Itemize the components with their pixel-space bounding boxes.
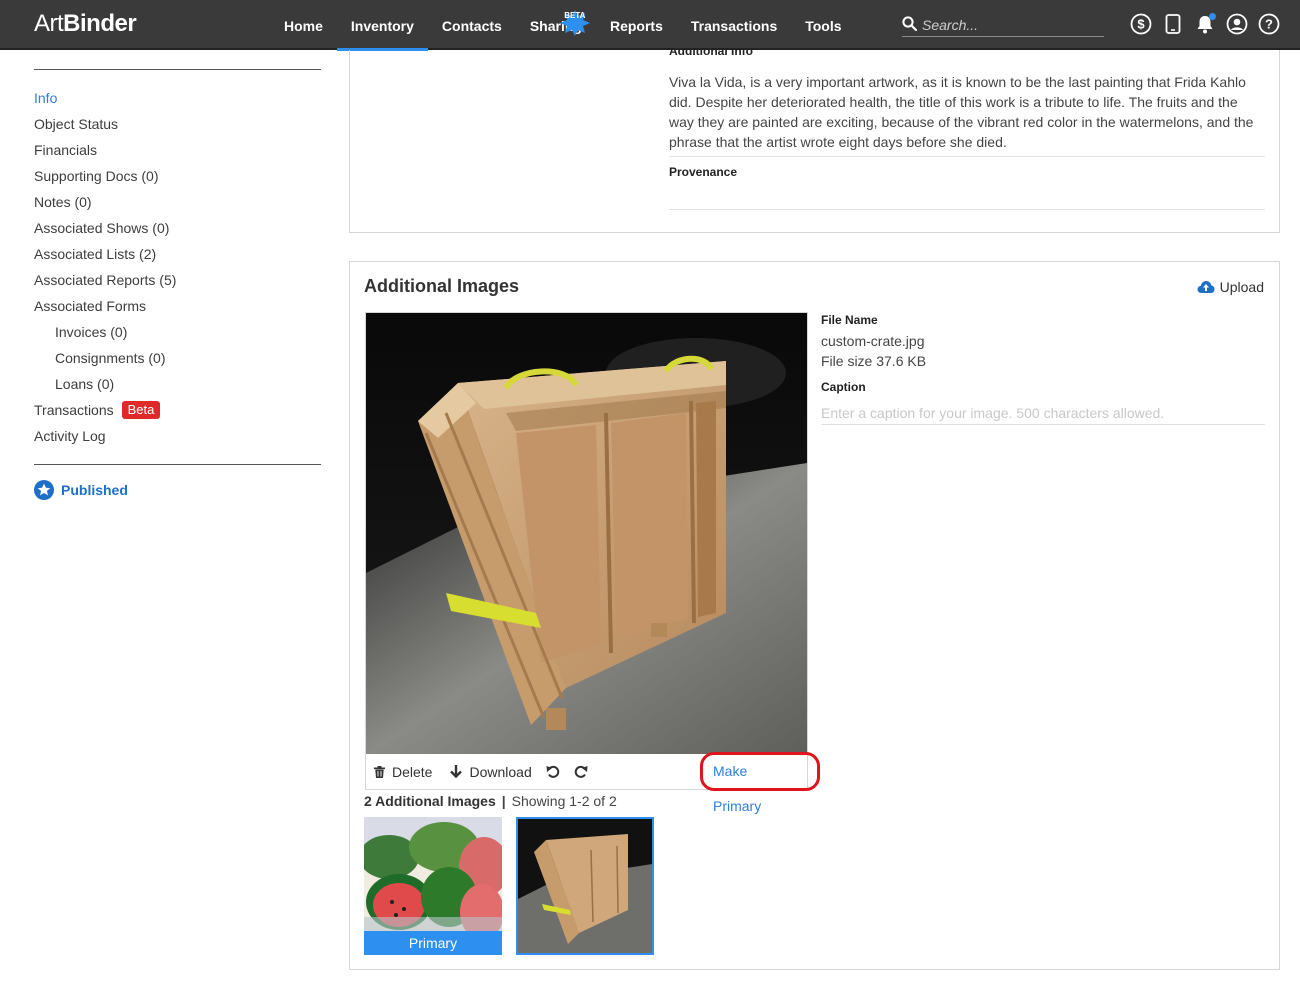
star-badge-icon	[34, 480, 54, 500]
caption-input[interactable]	[821, 401, 1265, 425]
nav-transactions[interactable]: Transactions	[677, 0, 791, 50]
sidebar-item-associated-shows[interactable]: Associated Shows (0)	[34, 215, 321, 241]
crate-photo	[366, 313, 807, 754]
search-box	[902, 13, 1104, 37]
sidebar-menu: Info Object Status Financials Supporting…	[34, 85, 321, 449]
caption-label: Caption	[821, 380, 866, 394]
top-navbar: ArtBinder Home Inventory Contacts Sharin…	[0, 0, 1300, 51]
provenance-divider	[669, 209, 1265, 210]
download-arrow-icon	[450, 765, 463, 778]
logo-text-binder: Binder	[63, 10, 137, 37]
sidebar-item-associated-reports[interactable]: Associated Reports (5)	[34, 267, 321, 293]
primary-label: Primary	[364, 931, 502, 955]
upload-label: Upload	[1219, 279, 1264, 295]
published-status[interactable]: Published	[34, 480, 321, 500]
provenance-label: Provenance	[669, 165, 738, 179]
nav-inventory[interactable]: Inventory	[336, 0, 428, 51]
sidebar-item-transactions[interactable]: Transactions Beta	[34, 397, 321, 423]
image-preview-frame: Delete Download Make Primary	[365, 312, 808, 814]
sidebar-item-supporting-docs[interactable]: Supporting Docs (0)	[34, 163, 321, 189]
logo-text-art: Art	[34, 10, 64, 37]
sidebar-top-divider	[34, 69, 321, 70]
download-label: Download	[469, 763, 532, 780]
search-icon	[902, 16, 917, 31]
record-sidebar: Info Object Status Financials Supporting…	[34, 69, 321, 500]
file-name-label: File Name	[821, 313, 878, 327]
rotate-left-button[interactable]	[546, 765, 560, 779]
artbinder-logo[interactable]: ArtBinder	[34, 10, 137, 38]
sidebar-bottom-divider	[34, 464, 321, 465]
sidebar-item-associated-lists[interactable]: Associated Lists (2)	[34, 241, 321, 267]
search-input[interactable]	[922, 15, 1102, 35]
download-button[interactable]: Download	[450, 763, 532, 780]
sidebar-item-consignments[interactable]: Consignments (0)	[34, 345, 321, 371]
sidebar-item-notes[interactable]: Notes (0)	[34, 189, 321, 215]
rotate-left-icon	[546, 765, 559, 778]
help-icon[interactable]: ?	[1258, 13, 1280, 35]
sidebar-item-activity-log[interactable]: Activity Log	[34, 423, 321, 449]
upload-button[interactable]: Upload	[1197, 279, 1264, 295]
sidebar-item-object-status[interactable]: Object Status	[34, 111, 321, 137]
bell-icon[interactable]	[1194, 13, 1216, 35]
nav-tools[interactable]: Tools	[791, 0, 855, 50]
beta-badge: Beta	[121, 401, 161, 419]
published-label: Published	[61, 482, 128, 498]
crate-photo-preview	[366, 313, 807, 754]
nav-contacts[interactable]: Contacts	[428, 0, 516, 50]
trash-icon	[374, 765, 385, 778]
additional-info-heading: Additional Info	[669, 50, 1265, 62]
top-icon-group: $ ?	[1130, 13, 1280, 35]
svg-text:$: $	[1137, 17, 1145, 32]
sidebar-item-info[interactable]: Info	[34, 85, 321, 111]
tablet-icon[interactable]	[1162, 13, 1184, 35]
sidebar-item-transactions-label: Transactions	[34, 402, 114, 418]
delete-button[interactable]: Delete	[374, 764, 432, 780]
beta-star-badge: BETA	[559, 5, 590, 36]
file-name-value: custom-crate.jpg	[821, 333, 925, 349]
nav-sharing[interactable]: Sharing BETA	[516, 0, 596, 50]
rotate-right-button[interactable]	[574, 765, 588, 779]
sidebar-item-associated-forms[interactable]: Associated Forms	[34, 293, 321, 319]
svg-text:?: ?	[1265, 17, 1273, 32]
thumbnail-watermelon[interactable]: Primary	[364, 817, 502, 955]
crate-photo-thumbnail	[518, 819, 652, 953]
thumbnail-crate-selected[interactable]	[516, 817, 654, 955]
dollar-icon[interactable]: $	[1130, 13, 1152, 35]
notification-dot	[1209, 13, 1216, 20]
image-count-showing: Showing 1-2 of 2	[511, 793, 617, 809]
additional-info-text: Viva la Vida, is a very important artwor…	[669, 74, 1254, 150]
rotate-right-icon	[574, 765, 588, 778]
info-divider	[669, 156, 1265, 157]
nav-home[interactable]: Home	[270, 0, 337, 50]
sidebar-item-loans[interactable]: Loans (0)	[34, 371, 321, 397]
main-nav: Home Inventory Contacts Sharing BETA Rep…	[270, 0, 856, 51]
info-panel: Additional Info Viva la Vida, is a very …	[349, 50, 1280, 233]
image-count-bold: 2 Additional Images	[364, 793, 496, 809]
nav-reports[interactable]: Reports	[596, 0, 677, 50]
user-account-icon[interactable]	[1226, 13, 1248, 35]
make-primary-button[interactable]: Make Primary	[701, 754, 807, 814]
file-size-value: File size 37.6 KB	[821, 353, 927, 369]
additional-images-title: Additional Images	[364, 276, 520, 296]
additional-info-heading-text: Additional Info	[669, 50, 753, 58]
image-toolbar: Delete Download Make Primary	[366, 754, 807, 814]
delete-label: Delete	[392, 763, 433, 780]
image-count-separator: |	[501, 793, 506, 809]
sidebar-item-financials[interactable]: Financials	[34, 137, 321, 163]
additional-images-panel: Additional Images Upload Delete Download…	[349, 261, 1280, 970]
cloud-upload-icon	[1197, 281, 1215, 293]
image-count-line: 2 Additional Images | Showing 1-2 of 2	[364, 793, 617, 809]
sidebar-item-invoices[interactable]: Invoices (0)	[34, 319, 321, 345]
beta-star-text: BETA	[564, 11, 586, 20]
